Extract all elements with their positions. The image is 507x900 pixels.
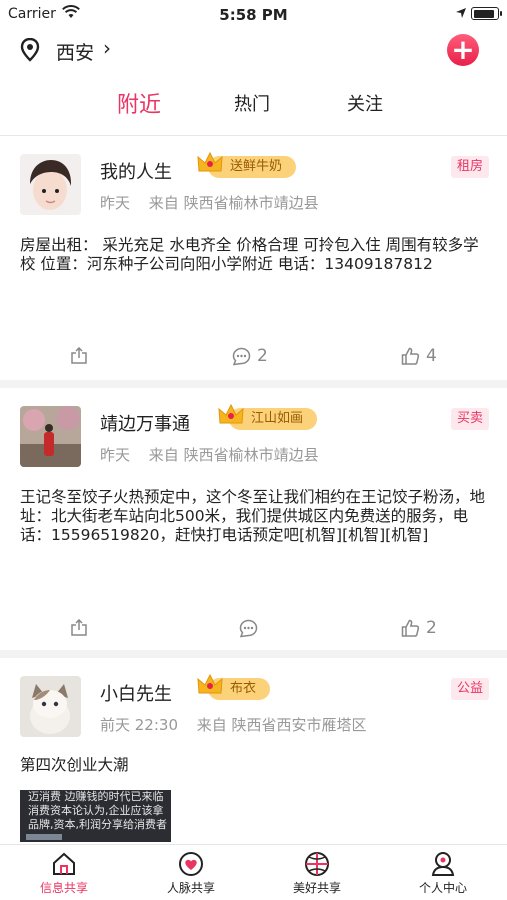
post-meta: 前天 22:30 来自 陕西省西安市雁塔区: [100, 714, 381, 735]
tv-logo: [26, 834, 62, 840]
author-name[interactable]: 小白先生: [100, 680, 172, 706]
author-name[interactable]: 靖边万事通: [100, 410, 190, 436]
like-count: 4: [426, 346, 437, 366]
post-feed[interactable]: 我的人生 送鲜牛奶 租房 昨天 来自 陕西省榆林市靖边县 房屋出租： 采光充足 …: [0, 136, 507, 844]
post-location: 来自 陕西省榆林市靖边县: [148, 194, 319, 212]
tab-good-share[interactable]: 美好共享: [267, 851, 367, 896]
like-button[interactable]: 2: [401, 613, 437, 643]
category-tag: 公益: [450, 678, 489, 700]
crown-icon: [218, 403, 244, 424]
tab-network-share[interactable]: 人脉共享: [141, 851, 241, 896]
like-button[interactable]: 4: [401, 341, 437, 371]
image-caption-line: 品牌,资本,利润分享给消费者: [28, 818, 167, 831]
avatar[interactable]: [20, 406, 81, 467]
battery-icon: [471, 7, 502, 20]
post-content[interactable]: 房屋出租： 采光充足 水电齐全 价格合理 可拎包入住 周围有较多学校 位置：河东…: [20, 236, 490, 274]
tab-label: 个人中心: [418, 881, 467, 895]
add-post-button[interactable]: +: [447, 34, 479, 66]
location-arrow-icon: [456, 8, 466, 18]
category-tag: 买卖: [450, 408, 489, 430]
comment-count: 2: [257, 346, 268, 366]
bottom-tab-bar: 信息共享 人脉共享 美好共享 个人中心: [0, 844, 507, 900]
post-card[interactable]: 小白先生 布衣 公益 前天 22:30 来自 陕西省西安市雁塔区 第四次创业大潮…: [0, 658, 507, 844]
tab-label: 人脉共享: [166, 881, 215, 895]
post-time: 前天 22:30: [100, 716, 178, 734]
top-navbar: 西安 › +: [0, 30, 507, 74]
like-count: 2: [426, 618, 437, 638]
home-icon: [53, 852, 75, 875]
crown-icon: [197, 151, 223, 172]
clock: 5:58 PM: [219, 6, 288, 24]
post-card[interactable]: 靖边万事通 江山如画 买卖 昨天 来自 陕西省榆林市靖边县 王记冬至饺子火热预定…: [0, 388, 507, 658]
comment-button[interactable]: [239, 613, 264, 643]
share-button[interactable]: [70, 341, 88, 371]
post-content[interactable]: 王记冬至饺子火热预定中，这个冬至让我们相约在王记饺子粉汤，地址：北大街老车站向北…: [20, 488, 490, 545]
post-content[interactable]: 第四次创业大潮: [20, 756, 490, 775]
crown-icon: [197, 673, 223, 694]
thumbs-up-icon: [401, 347, 420, 365]
tab-info-share[interactable]: 信息共享: [14, 851, 114, 896]
city-selector[interactable]: 西安: [56, 38, 94, 65]
feed-tabs: 附近 热门 关注: [0, 84, 507, 128]
post-location: 来自 陕西省西安市雁塔区: [196, 716, 367, 734]
category-tag: 租房: [450, 156, 489, 178]
status-bar: Carrier 5:58 PM: [0, 0, 507, 30]
location-pin-icon[interactable]: [20, 38, 40, 62]
tab-label: 美好共享: [292, 881, 341, 895]
tab-profile[interactable]: 个人中心: [393, 851, 493, 896]
comment-button[interactable]: 2: [232, 341, 268, 371]
tab-nearby[interactable]: 附近: [117, 87, 161, 119]
tab-following[interactable]: 关注: [347, 90, 383, 116]
post-meta: 昨天 来自 陕西省榆林市靖边县: [100, 444, 333, 465]
avatar[interactable]: [20, 676, 81, 737]
post-image[interactable]: 迈消费 边赚钱的时代已来临 消费资本论认为,企业应该拿 品牌,资本,利润分享给消…: [20, 790, 171, 842]
post-meta: 昨天 来自 陕西省榆林市靖边县: [100, 192, 333, 213]
post-actions: 2: [0, 613, 507, 643]
tab-label: 信息共享: [39, 881, 88, 895]
share-button[interactable]: [70, 613, 88, 643]
tab-hot[interactable]: 热门: [234, 90, 270, 116]
user-icon: [431, 852, 455, 876]
post-actions: 2 4: [0, 341, 507, 371]
post-time: 昨天: [100, 194, 131, 212]
avatar[interactable]: [20, 154, 81, 215]
post-card[interactable]: 我的人生 送鲜牛奶 租房 昨天 来自 陕西省榆林市靖边县 房屋出租： 采光充足 …: [0, 136, 507, 388]
globe-icon: [305, 852, 329, 876]
author-name[interactable]: 我的人生: [100, 158, 172, 184]
post-location: 来自 陕西省榆林市靖边县: [148, 446, 319, 464]
share-icon: [71, 619, 87, 636]
share-icon: [71, 347, 87, 364]
post-time: 昨天: [100, 446, 131, 464]
comment-icon: [232, 347, 251, 365]
comment-icon: [239, 619, 258, 637]
thumbs-up-icon: [401, 619, 420, 637]
heart-circle-icon: [179, 852, 203, 876]
chevron-right-icon[interactable]: ›: [103, 36, 111, 60]
